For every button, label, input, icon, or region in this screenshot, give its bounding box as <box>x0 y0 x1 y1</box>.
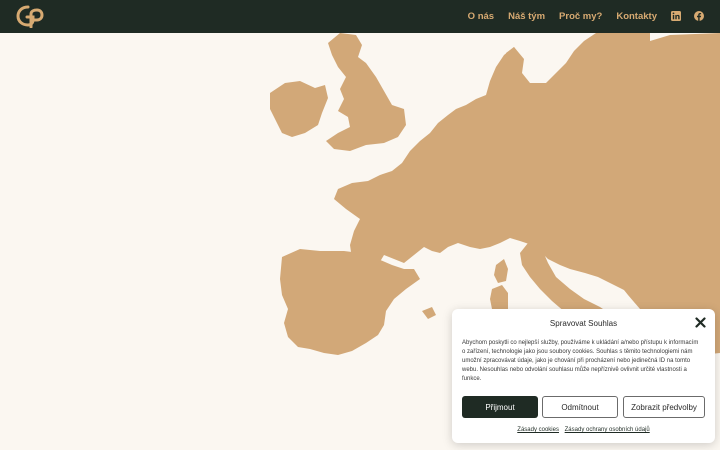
preferences-button[interactable]: Zobrazit předvolby <box>623 396 705 418</box>
cookie-policy-links: Zásady cookies Zásady ochrany osobních ú… <box>452 427 715 433</box>
privacy-policy-link[interactable]: Zásady ochrany osobních údajů <box>565 427 650 433</box>
close-icon[interactable] <box>695 317 706 328</box>
deny-button[interactable]: Odmítnout <box>542 396 618 418</box>
cookie-description: Abychom poskytli co nejlepší služby, pou… <box>462 340 699 382</box>
accept-button[interactable]: Přijmout <box>462 396 538 418</box>
nav-nas-tym[interactable]: Náš tým <box>508 11 545 22</box>
linkedin-icon[interactable] <box>671 11 681 21</box>
cookie-dialog-title: Spravovat Souhlas <box>549 319 618 328</box>
gp-logo-icon[interactable] <box>16 4 44 28</box>
main-nav: O nás Náš tým Proč my? Kontakty <box>468 0 657 33</box>
nav-o-nas[interactable]: O nás <box>468 11 494 22</box>
nav-kontakty[interactable]: Kontakty <box>616 11 657 22</box>
facebook-icon[interactable] <box>694 11 704 21</box>
cookie-consent-dialog: Spravovat Souhlas Abychom poskytli co ne… <box>452 309 715 443</box>
nav-proc-my[interactable]: Proč my? <box>559 11 602 22</box>
navbar: O nás Náš tým Proč my? Kontakty <box>0 0 720 33</box>
cookie-policy-link[interactable]: Zásady cookies <box>517 427 559 433</box>
